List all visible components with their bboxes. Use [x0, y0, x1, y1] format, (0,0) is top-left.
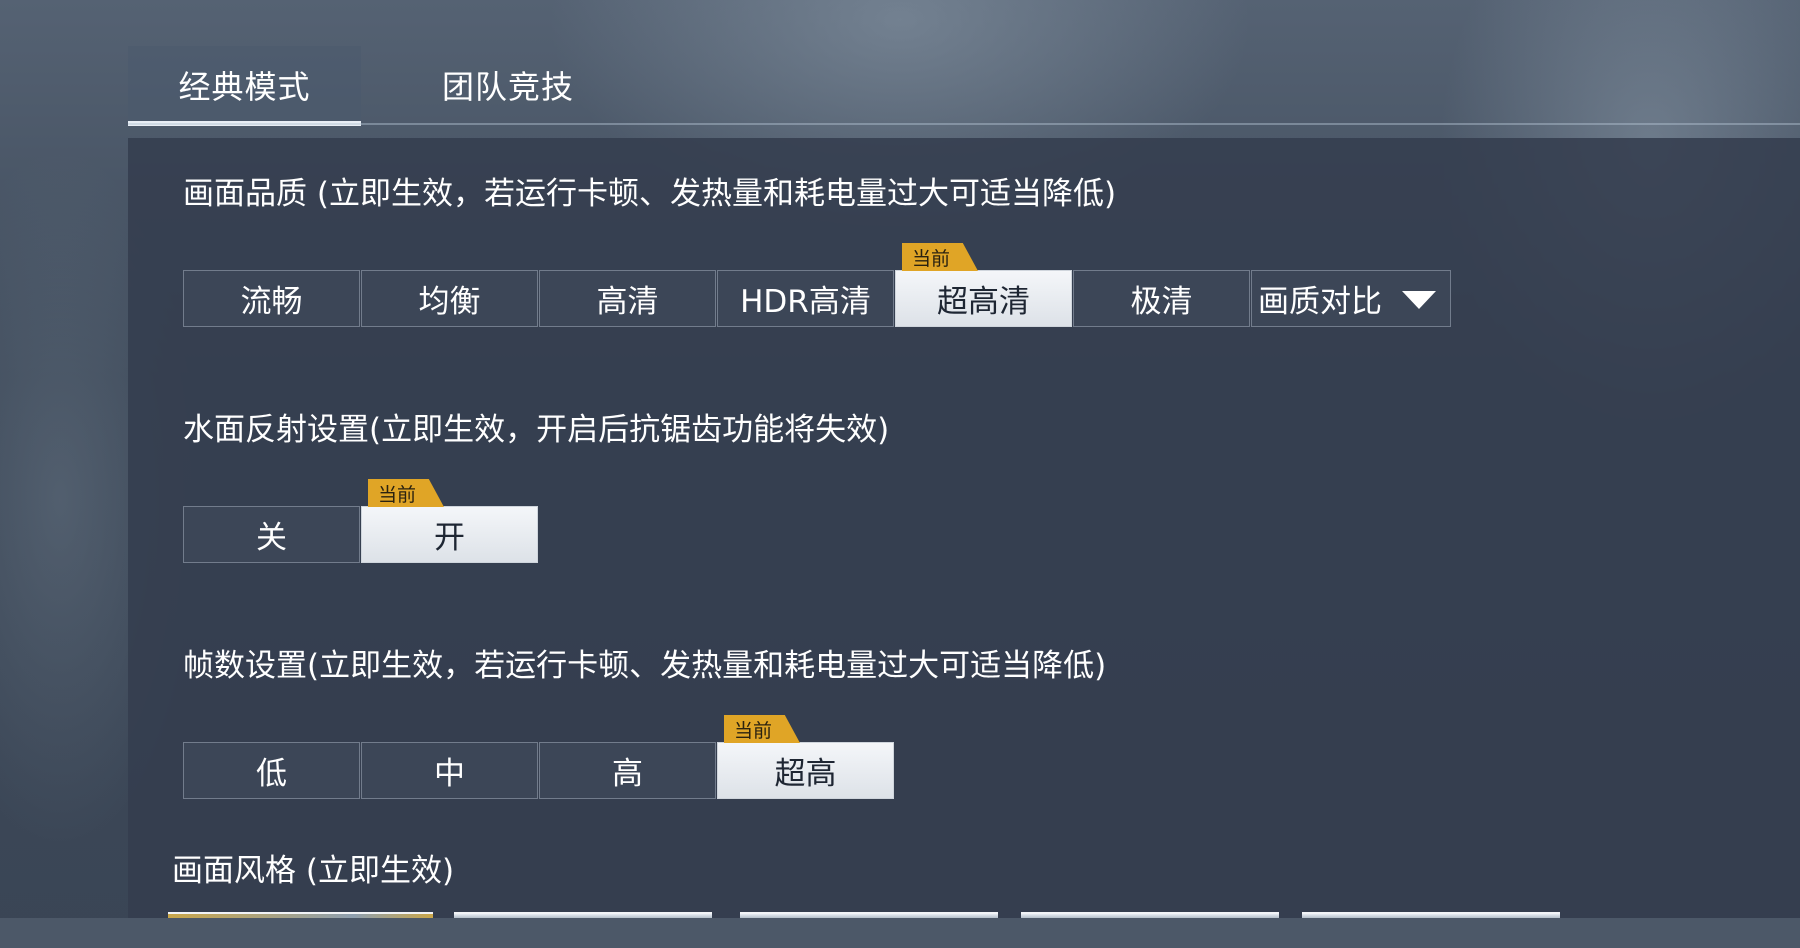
option-label: 高 [612, 756, 643, 792]
mode-tabs: 经典模式 团队竞技 [128, 46, 1800, 126]
fps-option-low[interactable]: 低 [183, 742, 360, 799]
tab-team-deathmatch[interactable]: 团队竞技 [388, 46, 628, 124]
quality-option-hd[interactable]: 高清 [539, 270, 716, 327]
frame-rate-selector: 低 中 高 当前 超高 [183, 715, 895, 799]
tab-classic-mode[interactable]: 经典模式 [128, 46, 361, 126]
water-option-off[interactable]: 关 [183, 506, 360, 563]
graphics-quality-title: 画面品质 (立即生效，若运行卡顿、发热量和耗电量过大可适当降低) [183, 176, 1117, 212]
water-reflection-title: 水面反射设置(立即生效，开启后抗锯齿功能将失效) [183, 412, 890, 448]
option-label: 极清 [1130, 284, 1193, 320]
option-label: 流畅 [240, 284, 303, 320]
quality-option-ultra-hd[interactable]: 当前 超高清 [895, 243, 1072, 327]
quality-option-hdr-hd[interactable]: HDR高清 [717, 270, 894, 327]
quality-option-balanced[interactable]: 均衡 [361, 270, 538, 327]
fps-option-ultra[interactable]: 当前 超高 [717, 715, 894, 799]
option-label: 开 [434, 520, 465, 556]
dropdown-arrow-icon [1402, 291, 1436, 309]
water-option-on[interactable]: 当前 开 [361, 479, 538, 563]
option-label: 均衡 [418, 284, 481, 320]
fps-option-high[interactable]: 高 [539, 742, 716, 799]
option-label: HDR高清 [740, 284, 871, 320]
compare-label: 画质对比 [1258, 284, 1382, 320]
quality-compare-dropdown[interactable]: 画质对比 [1251, 270, 1451, 327]
frame-rate-title: 帧数设置(立即生效，若运行卡顿、发热量和耗电量过大可适当降低) [183, 648, 1107, 684]
option-label: 低 [256, 756, 287, 792]
option-label: 中 [434, 756, 465, 792]
quality-option-smooth[interactable]: 流畅 [183, 270, 360, 327]
water-reflection-selector: 关 当前 开 [183, 479, 539, 563]
tabs-divider [128, 123, 1800, 125]
bottom-edge [0, 918, 1800, 948]
option-label: 高清 [596, 284, 659, 320]
quality-option-extreme[interactable]: 极清 [1073, 270, 1250, 327]
graphics-quality-selector: 流畅 均衡 高清 HDR高清 当前 超高清 极清 画质对比 [183, 243, 1452, 327]
fps-option-medium[interactable]: 中 [361, 742, 538, 799]
option-label: 关 [256, 520, 287, 556]
picture-style-title: 画面风格 (立即生效) [172, 853, 455, 889]
option-label: 超高 [774, 756, 837, 792]
option-label: 超高清 [937, 284, 1030, 320]
